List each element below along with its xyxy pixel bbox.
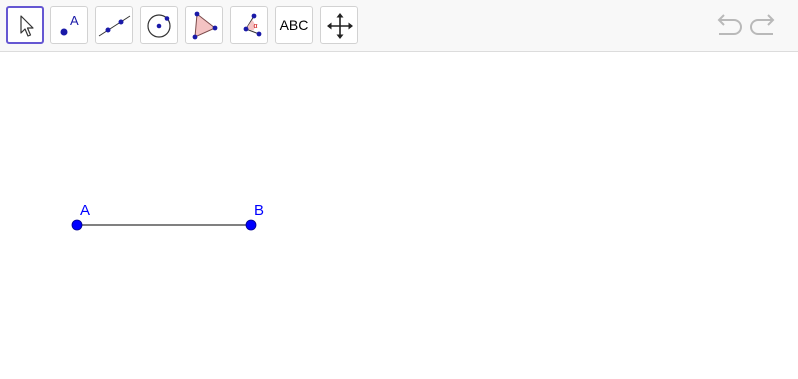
circle-tool-button[interactable] <box>140 6 178 44</box>
graphics-view[interactable]: A B <box>0 52 798 379</box>
angle-icon-label: α <box>254 23 258 30</box>
angle-tool-button[interactable]: α <box>230 6 268 44</box>
text-tool-button[interactable]: ABC <box>275 6 313 44</box>
polygon-tool-button[interactable] <box>185 6 223 44</box>
point-a[interactable] <box>71 219 83 231</box>
move-graphics-view-tool-button[interactable] <box>320 6 358 44</box>
point-icon-label: A <box>70 13 79 28</box>
undo-button[interactable] <box>712 12 742 40</box>
point-tool-button[interactable]: A <box>50 6 88 44</box>
text-icon: ABC <box>279 17 309 33</box>
line-tool-button[interactable] <box>95 6 133 44</box>
point-a-label: A <box>80 202 90 219</box>
toolbar: A α ABC <box>0 0 798 52</box>
redo-icon <box>750 14 780 44</box>
point-b[interactable] <box>245 219 257 231</box>
point-b-label: B <box>254 202 264 219</box>
redo-button[interactable] <box>750 12 780 40</box>
move-tool-button[interactable] <box>6 6 44 44</box>
undo-icon <box>712 14 742 44</box>
